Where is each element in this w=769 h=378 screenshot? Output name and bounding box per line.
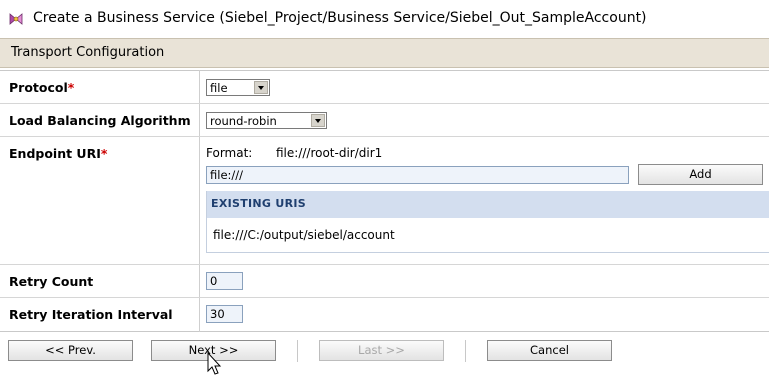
load-balancing-select[interactable]: round-robin xyxy=(206,112,327,129)
retry-count-label: Retry Count xyxy=(9,274,94,289)
row-divider xyxy=(0,264,769,265)
load-balancing-label: Load Balancing Algorithm xyxy=(9,113,191,128)
protocol-label: Protocol* xyxy=(9,80,75,95)
prev-button[interactable]: << Prev. xyxy=(8,340,133,361)
format-value: file:///root-dir/dir1 xyxy=(276,146,383,160)
row-divider xyxy=(0,103,769,104)
load-balancing-select-value: round-robin xyxy=(210,114,277,128)
button-separator xyxy=(297,340,298,362)
mouse-cursor-icon xyxy=(207,352,222,375)
protocol-select[interactable]: file xyxy=(206,79,270,96)
existing-uris-title: EXISTING URIS xyxy=(211,197,306,210)
retry-count-input[interactable]: 0 xyxy=(206,272,243,290)
column-divider xyxy=(199,70,200,332)
required-marker: * xyxy=(67,80,75,95)
protocol-select-value: file xyxy=(210,81,228,95)
section-header: Transport Configuration xyxy=(0,38,769,68)
existing-uris-list: file:///C:/output/siebel/account xyxy=(206,218,769,253)
business-service-icon xyxy=(9,13,23,25)
retry-interval-input[interactable]: 30 xyxy=(206,305,243,323)
chevron-down-icon[interactable] xyxy=(311,114,325,127)
chevron-down-icon[interactable] xyxy=(254,81,268,94)
retry-interval-label: Retry Iteration Interval xyxy=(9,307,173,322)
row-divider xyxy=(0,297,769,298)
button-separator xyxy=(465,340,466,362)
last-button[interactable]: Last >> xyxy=(319,340,444,361)
existing-uri-item[interactable]: file:///C:/output/siebel/account xyxy=(213,228,395,242)
cancel-button[interactable]: Cancel xyxy=(487,340,612,361)
row-divider xyxy=(0,136,769,137)
format-label: Format: xyxy=(206,146,253,160)
endpoint-uri-input[interactable]: file:/// xyxy=(206,166,629,184)
required-marker: * xyxy=(100,146,108,161)
endpoint-uri-label: Endpoint URI* xyxy=(9,146,108,161)
title-bar: Create a Business Service (Siebel_Projec… xyxy=(0,0,769,38)
add-uri-button[interactable]: Add xyxy=(638,164,763,185)
page-title: Create a Business Service (Siebel_Projec… xyxy=(33,10,647,26)
existing-uris-header: EXISTING URIS xyxy=(206,191,769,218)
section-title: Transport Configuration xyxy=(11,45,165,60)
